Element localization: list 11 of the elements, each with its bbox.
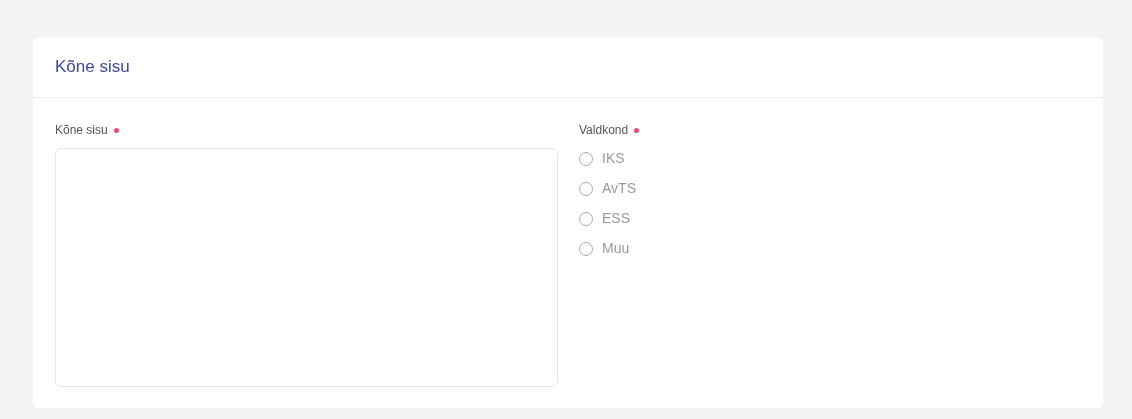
radio-label[interactable]: ESS [602, 208, 630, 229]
radio-label[interactable]: AvTS [602, 178, 636, 199]
radio-button[interactable] [579, 151, 593, 166]
radio-button[interactable] [579, 211, 593, 226]
field-label: Kõne sisu [55, 122, 108, 139]
radio-button[interactable] [579, 241, 593, 256]
radio-label[interactable]: IKS [602, 148, 625, 169]
field-label: Valdkond [579, 122, 629, 139]
radio-label[interactable]: Muu [602, 238, 630, 259]
card-title: Kõne sisu [55, 56, 130, 79]
radio-button[interactable] [579, 181, 593, 196]
